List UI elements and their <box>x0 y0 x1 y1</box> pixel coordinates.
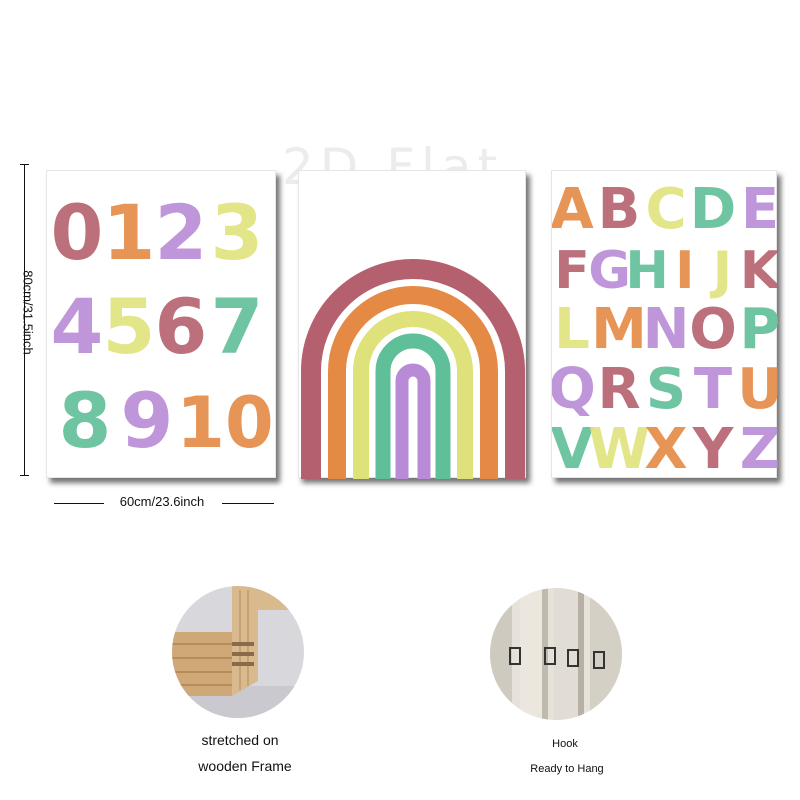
letter-glyph-c: C <box>645 177 686 242</box>
letter-glyph-s: S <box>646 357 686 422</box>
letter-glyph-k: K <box>740 241 778 301</box>
number-glyph-6: 6 <box>155 282 208 371</box>
letter-glyph-e: E <box>741 177 778 242</box>
rainbow-artwork <box>301 259 525 479</box>
letter-glyph-h: H <box>625 241 669 301</box>
letter-glyph-y: Y <box>692 417 735 479</box>
number-glyph-1: 1 <box>103 188 156 277</box>
letter-glyph-o: O <box>689 297 737 362</box>
letter-glyph-q: Q <box>552 357 596 422</box>
alphabet-poster: ABCDEFGHIJKLMNOPQRSTUVWXYZ <box>551 170 778 479</box>
rainbow-arc-mint <box>375 333 451 479</box>
letter-glyph-p: P <box>739 297 778 362</box>
letter-glyph-r: R <box>597 357 640 422</box>
letter-glyph-f: F <box>554 241 590 301</box>
rainbow-arc-lavender <box>395 363 431 479</box>
number-glyph-4: 4 <box>51 282 104 371</box>
letter-glyph-n: N <box>643 297 690 362</box>
frame-caption-line1: stretched on <box>201 732 279 748</box>
letter-glyph-d: D <box>690 177 736 242</box>
number-glyph-9: 9 <box>121 376 174 465</box>
alphabet-artwork: A B C D EFGH I J KL MN O PQ R S T UVWX Y Z <box>552 177 778 479</box>
letter-glyph-u: U <box>737 357 778 422</box>
number-glyph-2: 2 <box>155 188 208 277</box>
numbers-artwork: 0 1 2 3 4 5 6 7 8 9 10 <box>51 188 274 465</box>
height-dimension-label: 80cm/31.5inch <box>20 270 36 355</box>
rainbow-poster <box>298 170 526 479</box>
number-glyph-7: 7 <box>211 282 264 371</box>
letter-glyph-z: Z <box>740 417 778 479</box>
number-glyph-5: 5 <box>103 282 156 371</box>
hook-caption-line1: Hook <box>552 738 578 750</box>
frame-caption-line2: wooden Frame <box>198 758 292 774</box>
letter-glyph-m: M <box>591 297 647 362</box>
width-dimension-label: 60cm/23.6inch <box>119 494 205 509</box>
letter-glyph-w: W <box>588 417 650 479</box>
wooden-frame-photo <box>172 586 304 718</box>
number-glyph-0: 0 <box>51 188 104 277</box>
number-glyph-3: 3 <box>211 188 264 277</box>
letter-glyph-i: I <box>675 241 694 301</box>
letter-glyph-x: X <box>644 417 687 479</box>
hook-caption-line2: Ready to Hang <box>530 763 604 775</box>
letter-glyph-b: B <box>598 177 641 242</box>
letter-glyph-t: T <box>694 357 732 422</box>
number-glyph-10: 10 <box>176 382 273 464</box>
letter-glyph-l: L <box>554 297 590 362</box>
hook-photo <box>490 588 622 720</box>
numbers-poster: 0 1 2 3 4 5 6 7 8 9 10 <box>46 170 276 478</box>
letter-glyph-j: J <box>710 241 732 301</box>
letter-glyph-a: A <box>552 177 594 242</box>
number-glyph-8: 8 <box>59 376 112 465</box>
